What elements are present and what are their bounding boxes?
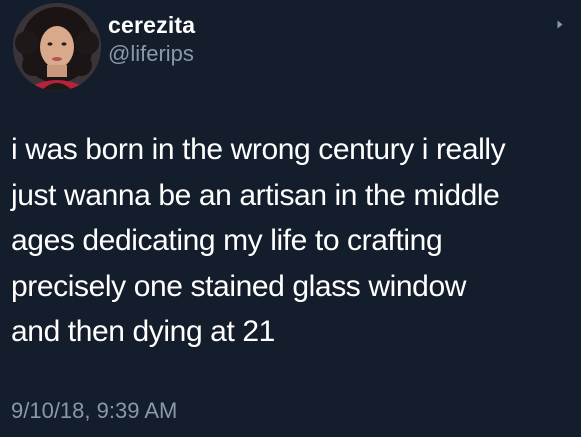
avatar[interactable] — [13, 3, 101, 91]
tweet-timestamp[interactable]: 9/10/18, 9:39 AM — [11, 396, 177, 426]
avatar-photo — [13, 3, 101, 91]
tweet-text: i was born in the wrong century i really… — [11, 133, 506, 348]
tweet-card: cerezita @liferips i was born in the wro… — [0, 0, 581, 437]
user-handle[interactable]: @liferips — [108, 40, 195, 68]
display-name[interactable]: cerezita — [108, 12, 195, 38]
user-names: cerezita @liferips — [108, 12, 195, 68]
tweet-header: cerezita @liferips — [10, 0, 570, 91]
chevron-down-icon[interactable] — [557, 20, 563, 29]
